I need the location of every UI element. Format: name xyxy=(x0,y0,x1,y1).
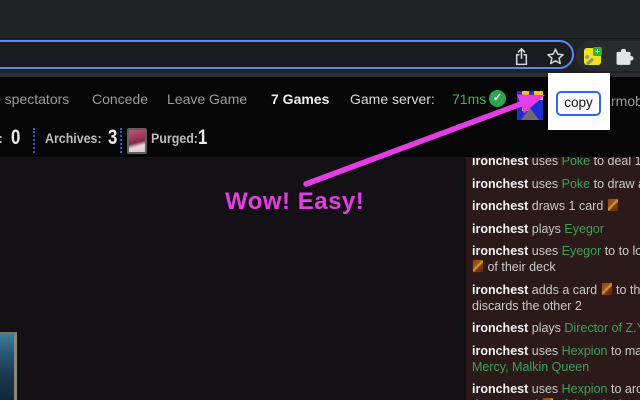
log-entry: ironchest uses Eyegor to to look at of t… xyxy=(472,243,640,275)
extension-plus-badge: + xyxy=(593,47,602,56)
server-label: Game server: xyxy=(350,91,435,107)
log-text: to deal 1 da xyxy=(593,157,640,168)
player-name-fragment: rmob xyxy=(611,93,640,109)
log-text: to make xyxy=(610,343,640,358)
concede-button[interactable]: Concede xyxy=(92,91,148,107)
log-card-name: Poke xyxy=(561,157,591,168)
annotation-text: Wow! Easy! xyxy=(225,188,365,215)
log-text: discards the other 2 xyxy=(472,298,582,313)
log-entry: ironchest draws 1 card xyxy=(472,198,640,214)
clipped-counter-label: d: xyxy=(0,131,3,146)
address-bar[interactable] xyxy=(0,40,574,69)
log-text: of their deck xyxy=(484,260,556,274)
archives-label: Archives: xyxy=(45,131,102,146)
log-entry: ironchest plays Director of Z.Y.X. xyxy=(472,320,640,336)
log-player-name: ironchest xyxy=(472,221,529,236)
purged-label: Purged: xyxy=(151,131,198,146)
purged-card-thumbnail[interactable] xyxy=(127,128,147,154)
log-card-name: Director of Z.Y.X. xyxy=(564,321,640,335)
tab-strip-seam xyxy=(0,38,640,39)
log-text: uses xyxy=(528,244,562,258)
game-log[interactable]: ironchest uses Poke to deal 1 daironches… xyxy=(466,157,640,400)
log-text: uses xyxy=(528,343,562,358)
dotted-separator xyxy=(120,128,122,153)
extension-tool-dot xyxy=(585,55,589,59)
card-back-icon xyxy=(600,281,613,296)
log-card-name: Eyegor xyxy=(564,221,605,236)
games-count[interactable]: 7 Games xyxy=(271,91,329,107)
log-text: plays xyxy=(528,221,565,236)
log-entry: ironchest uses Hexpion to archivethe top… xyxy=(472,381,640,400)
log-entry: ironchest plays Eyegor xyxy=(472,221,640,237)
log-text: uses xyxy=(528,157,562,168)
log-player-name: ironchest xyxy=(472,282,529,297)
log-entry: ironchest uses Hexpion to make Mercy, Mal… xyxy=(472,343,640,375)
avatar-art xyxy=(521,108,539,120)
share-icon[interactable] xyxy=(510,45,532,67)
log-player-name: ironchest xyxy=(472,244,529,258)
log-text: draws 1 card xyxy=(528,199,607,213)
log-text: to their xyxy=(616,282,640,297)
log-card-name: Hexpion xyxy=(561,343,608,358)
log-card-name: Mercy, Malkin Queen xyxy=(472,359,590,374)
log-card-name: Poke xyxy=(561,176,591,191)
log-text: plays xyxy=(528,321,565,335)
copy-button[interactable]: copy xyxy=(556,91,601,116)
purged-value: 1 xyxy=(198,126,208,149)
server-ok-check-icon: ✓ xyxy=(489,90,506,107)
log-entry: ironchest adds a card to their discards t… xyxy=(472,281,640,314)
extensions-puzzle-icon[interactable] xyxy=(613,46,635,68)
log-text: to archive xyxy=(610,382,640,396)
card-back-icon xyxy=(472,259,484,273)
log-text: uses xyxy=(528,176,562,191)
dotted-separator xyxy=(33,128,35,153)
spectators-link[interactable]: 0 spectators xyxy=(0,91,69,107)
log-text: uses xyxy=(528,382,562,396)
player-avatar[interactable] xyxy=(517,91,543,120)
server-ping: 71ms xyxy=(452,91,487,107)
log-player-name: ironchest xyxy=(472,199,529,213)
log-player-name: ironchest xyxy=(472,382,529,396)
log-card-name: Eyegor xyxy=(561,244,602,258)
card-back-icon xyxy=(606,198,619,212)
avatar-art xyxy=(534,91,543,100)
partial-card-image xyxy=(0,332,17,400)
log-text: to to look at xyxy=(604,244,640,258)
log-entry: ironchest uses Poke to draw a ca xyxy=(472,176,640,192)
log-card-name: Hexpion xyxy=(561,382,608,396)
userscript-extension-icon[interactable]: + xyxy=(584,47,602,66)
clipped-counter-value: 0 xyxy=(11,126,21,149)
log-player-name: ironchest xyxy=(472,157,529,168)
copy-popup: copy xyxy=(548,73,610,130)
bookmark-star-icon[interactable] xyxy=(544,45,566,67)
log-player-name: ironchest xyxy=(472,321,529,335)
leave-game-button[interactable]: Leave Game xyxy=(167,91,247,107)
log-player-name: ironchest xyxy=(472,343,529,358)
log-text: adds a card xyxy=(528,282,601,297)
log-player-name: ironchest xyxy=(472,176,529,191)
log-entry: ironchest uses Poke to deal 1 da xyxy=(472,157,640,169)
log-text: to draw a ca xyxy=(593,176,640,191)
archives-value: 3 xyxy=(108,126,118,149)
